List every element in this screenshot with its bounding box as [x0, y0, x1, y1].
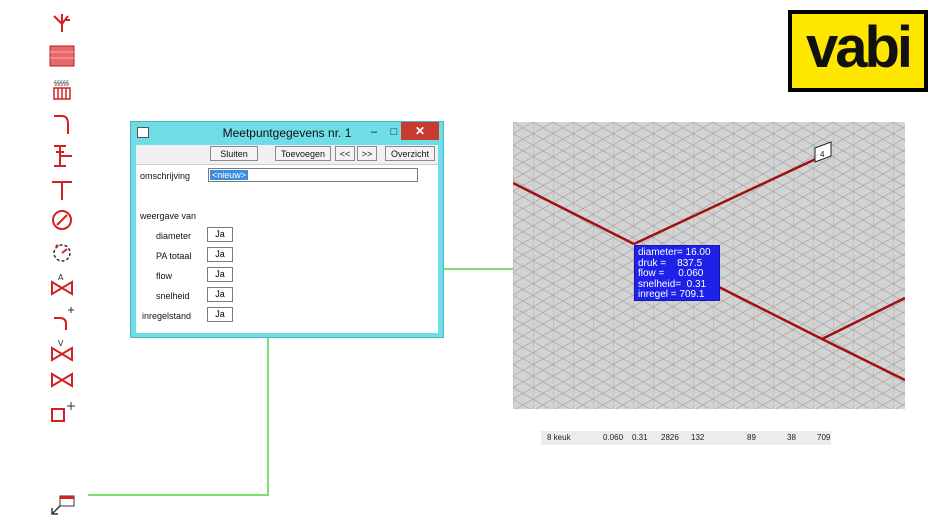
result-row: 8 keuk 0.060 0.31 2826 132 89 38 709 — [541, 431, 831, 445]
auto-valve-icon[interactable]: A — [48, 272, 76, 296]
flow-toggle[interactable]: Ja — [207, 267, 233, 282]
title-bar[interactable]: Meetpuntgegevens nr. 1 – □ ✕ — [131, 122, 443, 144]
logo-text: vabi — [805, 15, 913, 80]
dialog-toolbar: Sluiten Toevoegen << >> Overzicht — [136, 145, 438, 165]
connector-line — [88, 494, 269, 496]
cell-flow: 0.060 — [603, 433, 624, 442]
previous-button[interactable]: << — [335, 146, 355, 161]
svg-text:A: A — [58, 273, 64, 282]
valve-icon[interactable] — [48, 368, 76, 392]
arrow-window-icon[interactable] — [48, 494, 76, 518]
node-label: 4 — [820, 150, 825, 159]
inregelstand-toggle[interactable]: Ja — [207, 307, 233, 322]
cell-room: 8 keuk — [547, 433, 571, 442]
close-button[interactable]: ✕ — [401, 122, 439, 140]
bend-add-icon[interactable] — [48, 306, 76, 330]
snelheid-toggle[interactable]: Ja — [207, 287, 233, 302]
omschrijving-value: <nieuw> — [210, 170, 249, 180]
diameter-label: diameter — [156, 231, 192, 241]
omschrijving-label: omschrijving — [140, 171, 191, 181]
cell-value-2: 132 — [691, 433, 705, 442]
flow-label: flow — [156, 271, 173, 281]
sluiten-button[interactable]: Sluiten — [210, 146, 258, 161]
next-button[interactable]: >> — [357, 146, 377, 161]
pump-icon[interactable] — [48, 144, 76, 168]
info-diameter: diameter= 16.00 — [638, 247, 711, 258]
diameter-toggle[interactable]: Ja — [207, 227, 233, 242]
connector-line — [444, 268, 513, 270]
info-flow: flow = 0.060 — [638, 268, 704, 279]
meetpunt-dialog: Meetpuntgegevens nr. 1 – □ ✕ Sluiten Toe… — [130, 121, 444, 338]
dialog-body: Sluiten Toevoegen << >> Overzicht omschr… — [136, 145, 438, 333]
svg-text:§§§§§: §§§§§ — [54, 80, 69, 87]
pa-totaal-label: PA totaal — [156, 251, 192, 261]
cell-value-4: 38 — [787, 433, 796, 442]
meter-gauge-icon[interactable] — [48, 208, 76, 232]
weergave-label: weergave van — [140, 211, 197, 221]
cell-value-3: 89 — [747, 433, 756, 442]
toevoegen-button[interactable]: Toevoegen — [275, 146, 331, 161]
info-inregel: inregel = 709.1 — [638, 289, 705, 300]
pa-totaal-toggle[interactable]: Ja — [207, 247, 233, 262]
omschrijving-input[interactable]: <nieuw> — [208, 168, 418, 182]
pipe-branch-icon[interactable] — [48, 10, 76, 34]
check-valve-icon[interactable]: V — [48, 338, 76, 362]
overzicht-button[interactable]: Overzicht — [385, 146, 435, 161]
cell-value-1: 2826 — [661, 433, 679, 442]
pipe-info-box: diameter= 16.00 druk = 837.5 flow = 0.06… — [634, 245, 720, 301]
radiator-icon[interactable] — [48, 44, 76, 68]
inregelstand-label: inregelstand — [142, 311, 192, 321]
svg-text:V: V — [58, 339, 64, 348]
add-node-icon[interactable] — [48, 400, 76, 424]
vabi-logo: vabi — [788, 10, 928, 92]
minimize-button[interactable]: – — [367, 123, 381, 141]
pipe-bend-icon[interactable] — [48, 112, 76, 136]
cell-speed: 0.31 — [632, 433, 648, 442]
cell-value-5: 709 — [817, 433, 831, 442]
heater-icon[interactable]: §§§§§ — [48, 78, 76, 102]
maximize-button[interactable]: □ — [387, 123, 401, 141]
snelheid-label: snelheid — [156, 291, 190, 301]
connector-line — [267, 338, 269, 496]
tee-icon[interactable] — [48, 178, 76, 202]
pressure-gauge-icon[interactable] — [48, 240, 76, 264]
